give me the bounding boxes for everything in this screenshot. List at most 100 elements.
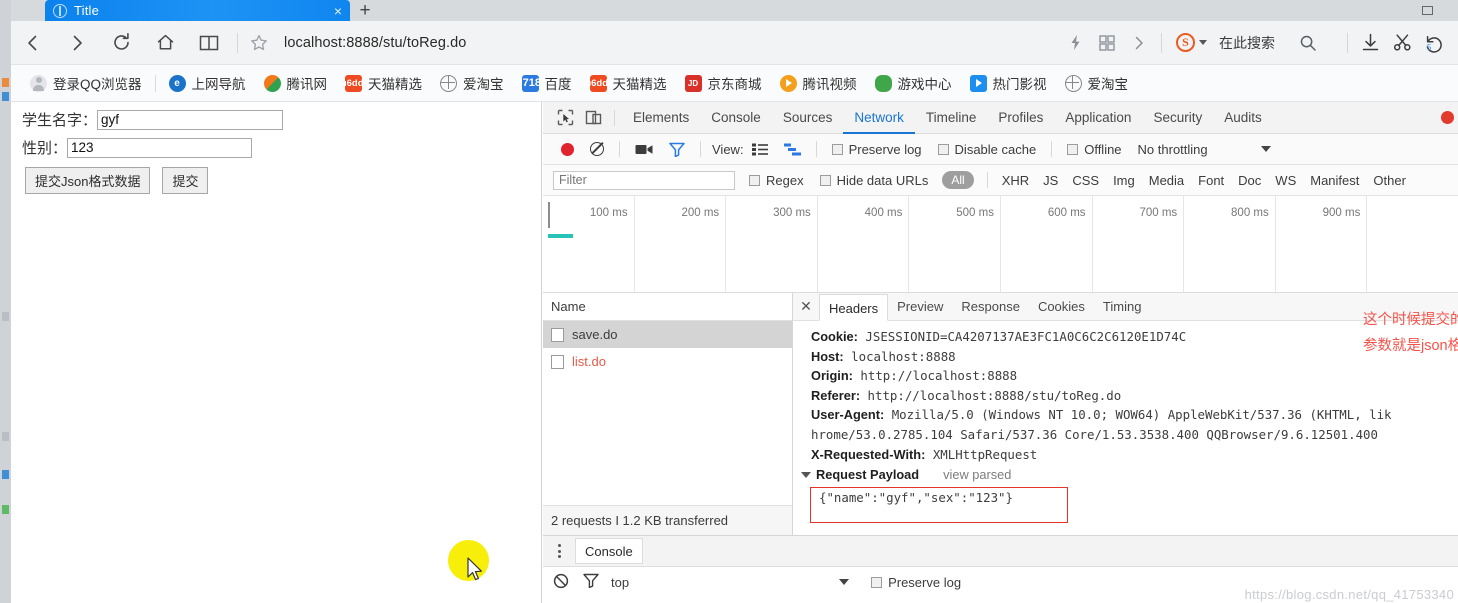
request-name: save.do <box>572 327 618 342</box>
detail-tab-headers[interactable]: Headers <box>819 293 889 321</box>
more-options-icon[interactable] <box>543 536 575 567</box>
filter-type-manifest[interactable]: Manifest <box>1303 173 1366 188</box>
reading-list-icon[interactable] <box>187 21 231 65</box>
bookmark-star-icon[interactable] <box>244 21 274 65</box>
error-count-badge[interactable] <box>1441 111 1454 124</box>
bookmark-item[interactable]: \u6dd8 天猫精选 <box>336 65 431 101</box>
close-icon[interactable]: × <box>334 4 342 18</box>
tab-sources[interactable]: Sources <box>772 102 844 134</box>
header-value: localhost:8888 <box>851 348 956 364</box>
bookmark-item[interactable]: 爱淘宝 <box>1056 65 1138 101</box>
console-filter-icon[interactable] <box>583 573 599 591</box>
tab-elements[interactable]: Elements <box>622 102 700 134</box>
drawer-tab-console[interactable]: Console <box>575 538 643 564</box>
bookmark-item[interactable]: 登录QQ浏览器 <box>21 65 151 101</box>
back-icon[interactable] <box>11 21 55 65</box>
tab-audits[interactable]: Audits <box>1213 102 1273 134</box>
request-payload-header[interactable]: Request Payload view parsed <box>793 467 1458 482</box>
window-restore-button[interactable] <box>1414 0 1440 21</box>
console-context-select[interactable]: top <box>611 575 629 590</box>
scissors-icon[interactable] <box>1386 21 1418 65</box>
offline-checkbox[interactable]: Offline <box>1059 134 1129 165</box>
filter-type-all[interactable]: All <box>942 171 974 189</box>
drawer-tabbar: Console <box>543 536 1458 567</box>
search-input[interactable]: 在此搜索 <box>1219 33 1275 53</box>
chevron-down-icon[interactable] <box>839 579 850 585</box>
submit-button[interactable]: 提交 <box>162 167 209 194</box>
bookmark-item[interactable]: \u6dd8 天猫精选 <box>581 65 676 101</box>
waterfall-view-button[interactable] <box>776 134 809 165</box>
filter-type-media[interactable]: Media <box>1142 173 1191 188</box>
lightning-icon[interactable] <box>1059 21 1091 65</box>
form-button-row: 提交Json格式数据 提交 <box>11 167 541 194</box>
tab-timeline[interactable]: Timeline <box>915 102 988 134</box>
filter-type-font[interactable]: Font <box>1191 173 1231 188</box>
inspect-element-icon[interactable] <box>551 102 579 134</box>
search-icon[interactable] <box>1275 21 1341 65</box>
browser-tab[interactable]: Title × <box>45 0 350 21</box>
filter-type-ws[interactable]: WS <box>1268 173 1303 188</box>
hide-data-urls-checkbox[interactable]: Hide data URLs <box>812 165 937 196</box>
filter-type-css[interactable]: CSS <box>1065 173 1106 188</box>
device-toolbar-icon[interactable] <box>579 102 607 134</box>
filter-type-img[interactable]: Img <box>1106 173 1142 188</box>
checkbox-icon[interactable] <box>871 576 883 588</box>
clear-console-icon[interactable] <box>553 573 569 592</box>
bookmark-item[interactable]: JD 京东商城 <box>676 65 771 101</box>
student-name-input[interactable] <box>97 109 284 130</box>
download-icon[interactable] <box>1354 21 1386 65</box>
tab-profiles[interactable]: Profiles <box>987 102 1054 134</box>
table-row[interactable]: save.do <box>543 321 792 348</box>
filter-type-doc[interactable]: Doc <box>1231 173 1268 188</box>
home-icon[interactable] <box>143 21 187 65</box>
tab-network[interactable]: Network <box>843 102 915 134</box>
table-row[interactable]: list.do <box>543 348 792 375</box>
bookmark-item[interactable]: 游戏中心 <box>866 65 961 101</box>
preserve-log-checkbox[interactable]: Preserve log <box>824 134 930 165</box>
filter-input[interactable] <box>553 170 735 190</box>
detail-tab-preview[interactable]: Preview <box>888 293 952 320</box>
disable-cache-checkbox[interactable]: Disable cache <box>930 134 1045 165</box>
search-engine-selector[interactable]: S <box>1168 33 1209 52</box>
filter-type-other[interactable]: Other <box>1366 173 1413 188</box>
filter-type-js[interactable]: JS <box>1036 173 1065 188</box>
close-icon[interactable]: ✕ <box>793 298 819 315</box>
detail-tab-cookies[interactable]: Cookies <box>1029 293 1094 320</box>
overview-tick: 300 ms <box>773 207 811 219</box>
record-button[interactable] <box>553 134 582 165</box>
chevron-down-icon[interactable] <box>1260 146 1271 152</box>
clear-button[interactable] <box>582 134 612 165</box>
globe-icon <box>1064 74 1082 92</box>
forward-icon[interactable] <box>55 21 99 65</box>
network-overview-timeline[interactable]: 100 ms 200 ms 300 ms 400 ms 500 ms 600 m… <box>543 196 1458 293</box>
detail-tab-response[interactable]: Response <box>952 293 1029 320</box>
bookmark-item[interactable]: 腾讯网 <box>255 65 337 101</box>
overview-tick: 700 ms <box>1139 207 1178 219</box>
regex-checkbox[interactable]: Regex <box>741 165 812 196</box>
history-back-icon[interactable]: 5 <box>1418 21 1450 65</box>
request-list-header[interactable]: Name <box>543 293 792 321</box>
view-parsed-link[interactable]: view parsed <box>943 467 1011 482</box>
student-sex-input[interactable] <box>67 137 253 158</box>
throttling-select[interactable]: No throttling <box>1130 134 1216 165</box>
address-bar[interactable]: localhost:8888/stu/toReg.do <box>244 21 1059 65</box>
bookmark-item[interactable]: e 上网导航 <box>160 65 255 101</box>
chevron-right-icon[interactable] <box>1123 21 1155 65</box>
tab-application[interactable]: Application <box>1054 102 1142 134</box>
tab-security[interactable]: Security <box>1142 102 1213 134</box>
reload-icon[interactable] <box>99 21 143 65</box>
submit-json-button[interactable]: 提交Json格式数据 <box>25 167 151 194</box>
filter-toggle-button[interactable] <box>661 134 693 165</box>
bookmark-item[interactable]: 腾讯视频 <box>771 65 866 101</box>
new-tab-button[interactable]: + <box>347 0 383 21</box>
qrcode-icon[interactable] <box>1091 21 1123 65</box>
detail-tab-timing[interactable]: Timing <box>1094 293 1151 320</box>
bookmark-item[interactable]: 热门影视 <box>961 65 1056 101</box>
list-view-button[interactable] <box>744 134 776 165</box>
bookmark-item[interactable]: 爱淘宝 <box>431 65 513 101</box>
bookmark-item[interactable]: \u718a 百度 <box>513 65 581 101</box>
browser-toolbar: localhost:8888/stu/toReg.do S 在此搜索 5 <box>11 21 1458 65</box>
filter-type-xhr[interactable]: XHR <box>995 173 1036 188</box>
capture-screenshots-button[interactable] <box>627 134 661 165</box>
tab-console[interactable]: Console <box>700 102 772 134</box>
